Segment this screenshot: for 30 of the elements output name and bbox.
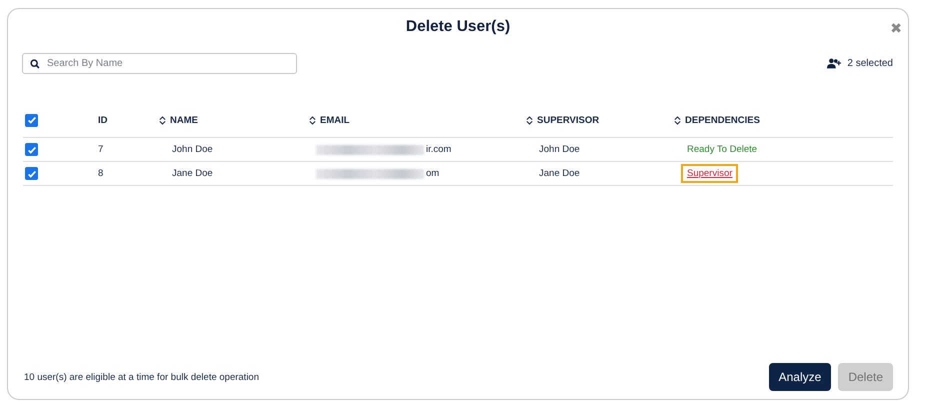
checkbox[interactable]: [25, 167, 38, 180]
dependency-link[interactable]: Supervisor: [684, 167, 736, 180]
sort-icon[interactable]: [159, 116, 166, 124]
sort-icon[interactable]: [526, 116, 533, 124]
column-header: EMAIL: [320, 114, 350, 126]
table-cell: 7: [98, 144, 104, 155]
dialog-title: Delete User(s): [406, 18, 510, 36]
user-group-icon: [827, 58, 842, 69]
column-header: ID: [98, 114, 108, 126]
search-field[interactable]: Search By Name: [22, 53, 297, 74]
column-header: DEPENDENCIES: [685, 114, 760, 126]
table-cell: 8: [98, 168, 104, 179]
table-cell: John Doe: [172, 144, 213, 155]
search-icon: [30, 59, 40, 69]
selection-count: 2 selected: [847, 58, 893, 69]
checkbox[interactable]: [25, 143, 38, 156]
status-text: Ready To Delete: [687, 144, 758, 155]
checkbox[interactable]: [25, 114, 38, 126]
sort-icon[interactable]: [309, 116, 316, 124]
table-cell: ir.com: [426, 144, 452, 155]
table-cell: om: [426, 168, 440, 179]
table-cell: John Doe: [539, 144, 580, 155]
action-button[interactable]: Analyze: [768, 363, 832, 391]
sort-icon[interactable]: [674, 116, 681, 124]
column-header: NAME: [170, 114, 198, 126]
footer-note: 10 user(s) are eligible at a time for bulk delete operation: [24, 372, 260, 382]
close-button[interactable]: ✖: [890, 21, 902, 37]
table-cell: Jane Doe: [172, 168, 213, 179]
table-cell: Jane Doe: [539, 168, 580, 179]
column-header: SUPERVISOR: [537, 114, 600, 126]
